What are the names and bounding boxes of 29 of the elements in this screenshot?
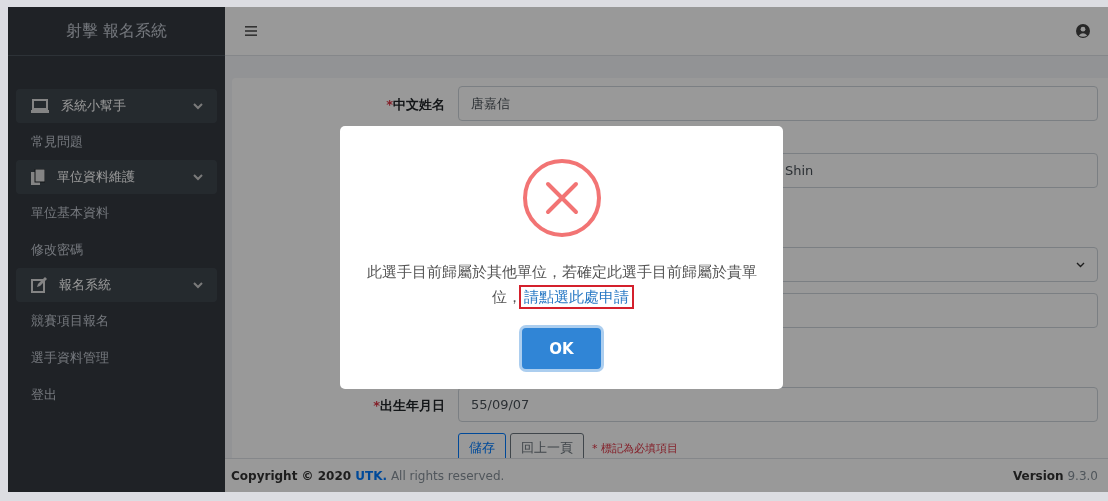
apply-link[interactable]: 請點選此處申請 [522,288,631,306]
menu-item[interactable]: 單位基本資料 [16,194,217,231]
copy-icon [31,169,45,185]
chevron-down-icon [193,102,203,110]
chevron-down-icon [193,173,203,181]
menu-group[interactable]: 單位資料維護 [16,160,217,194]
chevron-down-icon [1076,261,1085,268]
user-icon[interactable] [1076,24,1090,38]
menu-group[interactable]: 系統小幫手 [16,89,217,123]
laptop-icon [31,99,49,113]
chevron-down-icon [193,281,203,289]
copyright-text: Copyright © 2020 UTK. All rights reserved. [231,468,505,483]
menu-item[interactable]: 修改密碼 [16,231,217,268]
menu-item[interactable]: 選手資料管理 [16,339,217,376]
field-label: *中文姓名 [386,96,445,112]
save-button[interactable]: 儲存 [458,433,506,458]
version-text: Version 9.3.0 [1012,468,1098,483]
ok-button[interactable]: OK [522,328,601,369]
dialog-message: 此選手目前歸屬於其他單位，若確定此選手目前歸屬於貴單位，請點選此處申請 [365,260,758,310]
menu-icon[interactable] [245,26,257,36]
menu-item[interactable]: 競賽項目報名 [16,302,217,339]
edit-icon [31,277,47,293]
menu-item[interactable]: 登出 [16,376,217,413]
input-field[interactable]: 唐嘉信 [458,86,1098,121]
error-icon [521,158,602,238]
required-note: * 標記為必填項目 [592,440,678,456]
field-label: *出生年月日 [373,397,445,413]
menu-item[interactable]: 常見問題 [16,123,217,160]
menu-group[interactable]: 報名系統 [16,268,217,302]
